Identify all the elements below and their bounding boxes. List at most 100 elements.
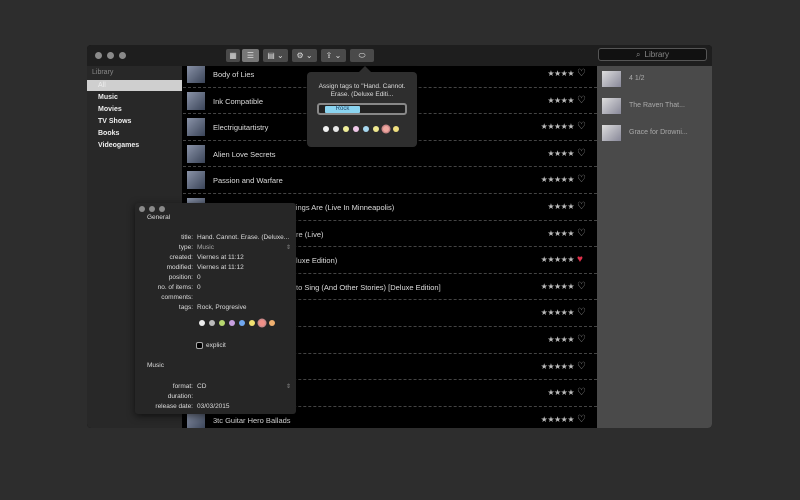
field-value[interactable]: Rock, Progresive xyxy=(197,304,247,311)
field-value[interactable]: 0 xyxy=(197,274,201,281)
color-tag-swatch[interactable] xyxy=(333,126,339,132)
explicit-checkbox[interactable] xyxy=(196,342,203,349)
color-tag-swatch[interactable] xyxy=(219,320,225,326)
color-tag-swatch[interactable] xyxy=(229,320,235,326)
favorite-heart-icon[interactable]: ♡ xyxy=(577,361,586,372)
sidebar-item-movies[interactable]: Movies xyxy=(98,106,122,113)
close-button[interactable] xyxy=(95,52,102,59)
related-panel: 4 1/2 The Raven That... Grace for Drowni… xyxy=(597,66,712,428)
favorite-heart-icon[interactable]: ♡ xyxy=(577,414,586,425)
color-tag-swatch[interactable] xyxy=(199,320,205,326)
color-tag-swatch[interactable] xyxy=(353,126,359,132)
close-button[interactable] xyxy=(139,206,145,212)
stepper-icon[interactable]: ⇕ xyxy=(286,383,291,390)
related-item[interactable]: 4 1/2 xyxy=(602,71,712,87)
gear-icon[interactable]: ⚙ ⌄ xyxy=(292,49,317,62)
rating-stars[interactable]: ★★★★★ xyxy=(538,175,575,184)
album-title: 3tc Guitar Hero Ballads xyxy=(213,415,291,425)
album-title: Body of Lies xyxy=(213,70,255,79)
color-tag-swatch[interactable] xyxy=(343,126,349,132)
list-view-icon[interactable]: ☰ xyxy=(242,49,259,62)
field-value[interactable]: CD xyxy=(197,383,206,390)
field-value[interactable]: Viernes at 11:12 xyxy=(197,264,244,271)
color-tag-swatch[interactable] xyxy=(249,320,255,326)
favorite-heart-icon[interactable]: ♡ xyxy=(577,148,586,159)
search-input[interactable]: ⌕ Library xyxy=(598,48,707,61)
tag-input[interactable]: Rock xyxy=(317,103,407,115)
color-tag-swatch[interactable] xyxy=(259,320,265,326)
favorite-heart-icon[interactable]: ♡ xyxy=(577,68,586,79)
rating-stars[interactable]: ★★★★★ xyxy=(538,362,575,371)
album-title: re (Live) xyxy=(296,229,324,239)
favorite-heart-icon[interactable]: ♡ xyxy=(577,201,586,212)
rating-stars[interactable]: ★★★★ xyxy=(538,388,574,397)
popover-message: Assign tags to "Hand. Cannot. Erase. (De… xyxy=(318,83,406,98)
field-label: release date: xyxy=(155,403,193,410)
tag-icon[interactable]: ⬭ xyxy=(350,49,374,62)
grid-view-icon[interactable]: ▦ xyxy=(226,49,240,62)
zoom-button[interactable] xyxy=(119,52,126,59)
favorite-heart-icon[interactable]: ♡ xyxy=(577,387,586,398)
album-cover xyxy=(187,118,205,137)
inspector-panel: General title: Hand. Cannot. Erase. (Delu… xyxy=(135,203,296,414)
color-tag-swatch[interactable] xyxy=(209,320,215,326)
favorite-heart-icon[interactable]: ♡ xyxy=(577,121,586,132)
tag-token[interactable]: Rock xyxy=(325,106,360,113)
rating-stars[interactable]: ★★★★ xyxy=(538,202,574,211)
sidebar-item-music[interactable]: Music xyxy=(98,94,118,101)
rating-stars[interactable]: ★★★★ xyxy=(538,335,574,344)
rating-stars[interactable]: ★★★★ xyxy=(538,149,574,158)
rating-stars[interactable]: ★★★★ xyxy=(538,229,574,238)
sidebar-item-videogames[interactable]: Videogames xyxy=(98,142,139,149)
sidebar-header: Library xyxy=(92,69,114,76)
zoom-button[interactable] xyxy=(159,206,165,212)
field-value[interactable]: Hand. Cannot. Erase. (Deluxe... xyxy=(197,234,289,241)
minimize-button[interactable] xyxy=(149,206,155,212)
rating-stars[interactable]: ★★★★★ xyxy=(538,282,575,291)
rating-stars[interactable]: ★★★★★ xyxy=(538,308,575,317)
section-general: General xyxy=(147,214,171,221)
favorite-heart-icon[interactable]: ♡ xyxy=(577,334,586,345)
album-cover xyxy=(187,144,205,163)
sidebar-item-tv-shows[interactable]: TV Shows xyxy=(98,118,131,125)
album-title: Ink Compatible xyxy=(213,96,264,106)
album-cover xyxy=(187,66,205,83)
favorite-heart-icon[interactable]: ♡ xyxy=(577,174,586,185)
color-tag-swatch[interactable] xyxy=(383,126,389,132)
columns-icon[interactable]: ▤ ⌄ xyxy=(263,49,288,62)
rating-stars[interactable]: ★★★★ xyxy=(538,96,574,105)
sidebar-item-books[interactable]: Books xyxy=(98,130,119,137)
rating-stars[interactable]: ★★★★★ xyxy=(538,122,575,131)
field-value[interactable]: 03/03/2015 xyxy=(197,403,230,410)
favorite-heart-icon[interactable]: ♡ xyxy=(577,228,586,239)
album-title: Alien Love Secrets xyxy=(213,149,276,159)
album-title: Electriguitartistry xyxy=(213,123,269,133)
album-row[interactable]: Passion and Warfare ★★★★★ ♡ xyxy=(183,167,597,194)
sidebar-item-all[interactable]: All xyxy=(87,80,182,91)
related-item[interactable]: Grace for Drowni... xyxy=(602,125,712,141)
album-title: luxe Edition) xyxy=(296,256,338,266)
share-icon[interactable]: ⇪ ⌄ xyxy=(321,49,346,62)
color-tag-swatch[interactable] xyxy=(373,126,379,132)
toolbar: ▦ ☰ ▤ ⌄ ⚙ ⌄ ⇪ ⌄ ⬭ ⌕ Library xyxy=(87,45,712,66)
stepper-icon[interactable]: ⇕ xyxy=(286,244,291,251)
rating-stars[interactable]: ★★★★ xyxy=(538,69,574,78)
color-tag-swatch[interactable] xyxy=(363,126,369,132)
field-label: modified: xyxy=(166,264,193,271)
minimize-button[interactable] xyxy=(107,52,114,59)
field-value[interactable]: Viernes at 11:12 xyxy=(197,254,244,261)
color-tag-swatch[interactable] xyxy=(269,320,275,326)
field-value[interactable]: Music xyxy=(197,244,214,251)
related-item[interactable]: The Raven That... xyxy=(602,98,712,114)
rating-stars[interactable]: ★★★★★ xyxy=(538,415,575,424)
color-tag-swatch[interactable] xyxy=(323,126,329,132)
favorite-heart-icon[interactable]: ♥ xyxy=(577,254,583,265)
rating-stars[interactable]: ★★★★★ xyxy=(538,255,575,264)
favorite-heart-icon[interactable]: ♡ xyxy=(577,281,586,292)
color-tag-swatch[interactable] xyxy=(239,320,245,326)
field-value[interactable]: 0 xyxy=(197,284,201,291)
favorite-heart-icon[interactable]: ♡ xyxy=(577,95,586,106)
favorite-heart-icon[interactable]: ♡ xyxy=(577,307,586,318)
color-tag-swatch[interactable] xyxy=(393,126,399,132)
tag-popover: Assign tags to "Hand. Cannot. Erase. (De… xyxy=(307,66,417,147)
